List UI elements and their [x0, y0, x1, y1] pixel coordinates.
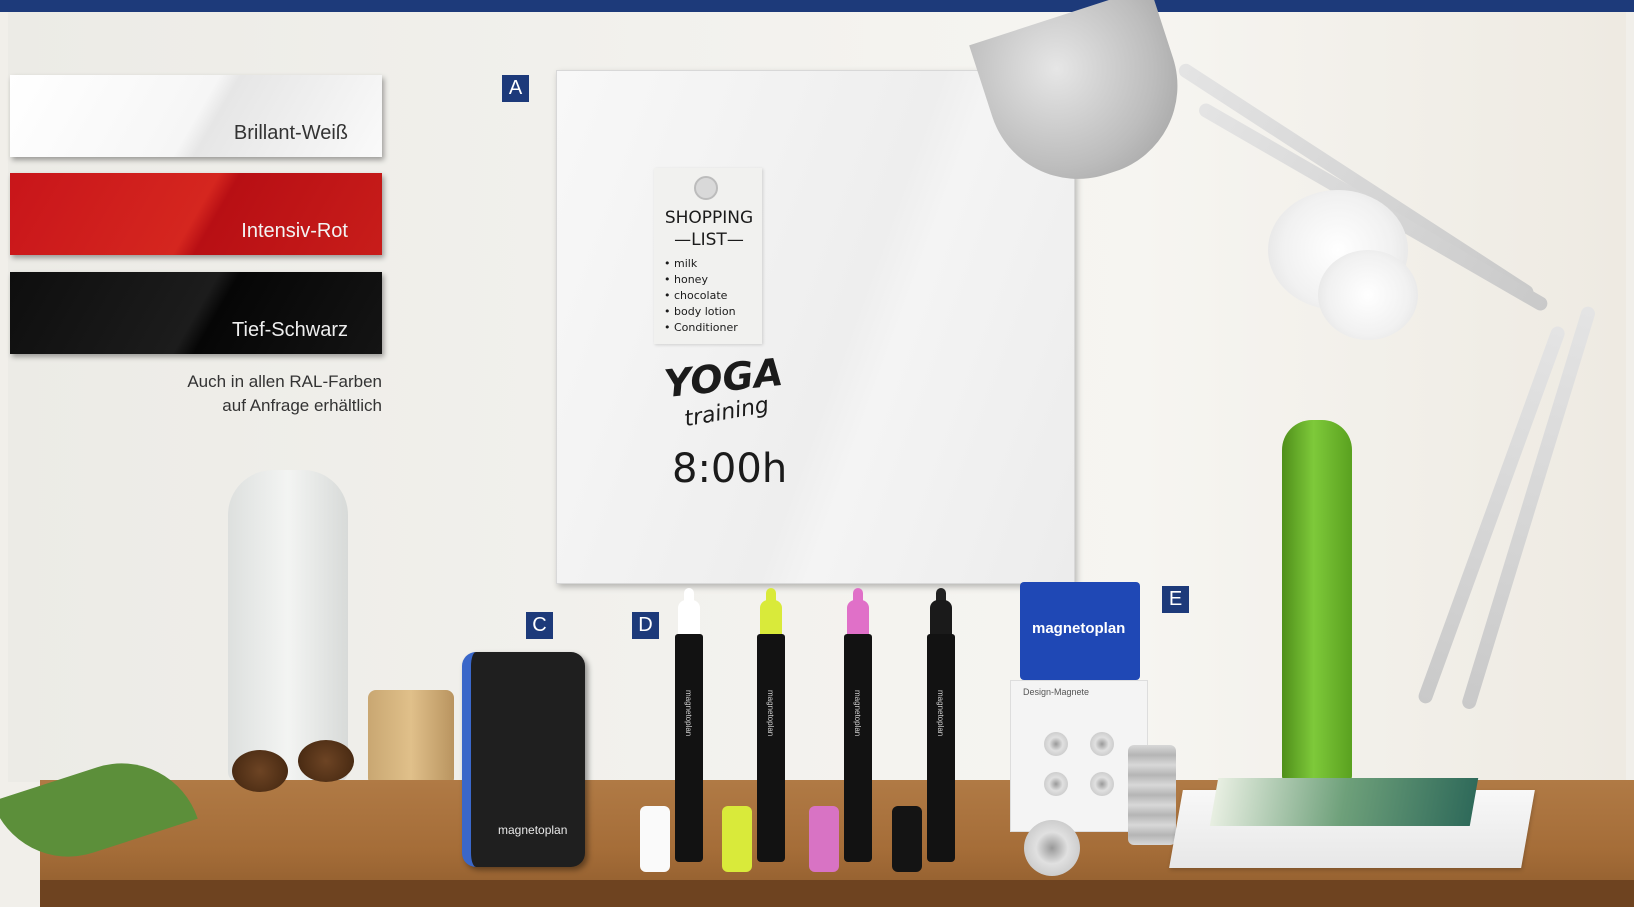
ral-color-note: Auch in allen RAL-Farben auf Anfrage erh…	[120, 370, 382, 418]
desk-edge	[40, 880, 1634, 907]
marker-brand-text: magnetoplan	[684, 690, 693, 737]
label-e: E	[1162, 586, 1189, 613]
swatch-brillant-weiss: Brillant-Weiß	[10, 75, 382, 157]
list-item: • chocolate	[664, 289, 728, 302]
list-item-text: Conditioner	[674, 321, 738, 334]
pack-brand-text: magnetoplan	[1032, 620, 1126, 637]
marker-cap-white	[640, 806, 670, 872]
note-line-1: Auch in allen RAL-Farben	[187, 372, 382, 391]
green-glass-vase	[1282, 420, 1352, 782]
list-subtitle-text: —LIST—	[674, 230, 744, 250]
marker-cap-black	[892, 806, 922, 872]
round-magnet	[1044, 732, 1068, 756]
round-magnet	[1090, 732, 1114, 756]
chalk-marker-black	[927, 634, 955, 862]
list-item: • body lotion	[664, 305, 736, 318]
list-item-text: body lotion	[674, 305, 736, 318]
list-item-text: honey	[674, 273, 708, 286]
list-item: • milk	[664, 257, 698, 270]
label-d: D	[632, 612, 659, 639]
woven-plant-pot	[368, 690, 454, 786]
swatch-label: Tief-Schwarz	[232, 319, 348, 341]
marker-cap-yellow	[722, 806, 752, 872]
swatch-intensiv-rot: Intensiv-Rot	[10, 173, 382, 255]
time-text: 8:00h	[672, 446, 788, 492]
round-magnet	[1044, 772, 1068, 796]
glass-bottle	[228, 470, 348, 782]
hydrangea-flower	[1318, 250, 1418, 340]
eraser-brand-text: magnetoplan	[498, 823, 568, 837]
pack-subtitle: Design-Magnete	[1023, 687, 1090, 697]
chalk-marker-pink	[844, 634, 872, 862]
pine-cone	[232, 750, 288, 792]
list-title-text: SHOPPING	[664, 208, 754, 228]
marker-brand-text: magnetoplan	[936, 690, 945, 737]
swatch-label: Brillant-Weiß	[233, 122, 348, 144]
swatch-label: Intensiv-Rot	[241, 220, 348, 242]
notebook-cover	[1209, 778, 1479, 826]
glass-magnetic-board	[556, 70, 1075, 584]
list-item: • Conditioner	[664, 321, 738, 334]
marker-cap-pink	[809, 806, 839, 872]
swatch-tief-schwarz: Tief-Schwarz	[10, 272, 382, 354]
loose-magnet	[1024, 820, 1080, 876]
pine-cone	[298, 740, 354, 782]
note-line-2: auf Anfrage erhältlich	[222, 396, 382, 415]
top-accent-bar	[0, 0, 1634, 12]
list-item-text: milk	[674, 257, 698, 270]
chalk-marker-yellow	[757, 634, 785, 862]
chalk-marker-white	[675, 634, 703, 862]
shopping-list-items: • milk • honey • chocolate • body lotion…	[664, 256, 738, 336]
list-item-text: chocolate	[674, 289, 728, 302]
list-item: • honey	[664, 273, 708, 286]
label-c: C	[526, 612, 553, 639]
round-magnet	[1090, 772, 1114, 796]
stacked-magnets	[1128, 745, 1176, 845]
magnet-pin-icon	[694, 176, 718, 200]
label-a: A	[502, 75, 529, 102]
shopping-list-title: SHOPPING —LIST—	[664, 207, 754, 251]
marker-brand-text: magnetoplan	[766, 690, 775, 737]
marker-brand-text: magnetoplan	[853, 690, 862, 737]
